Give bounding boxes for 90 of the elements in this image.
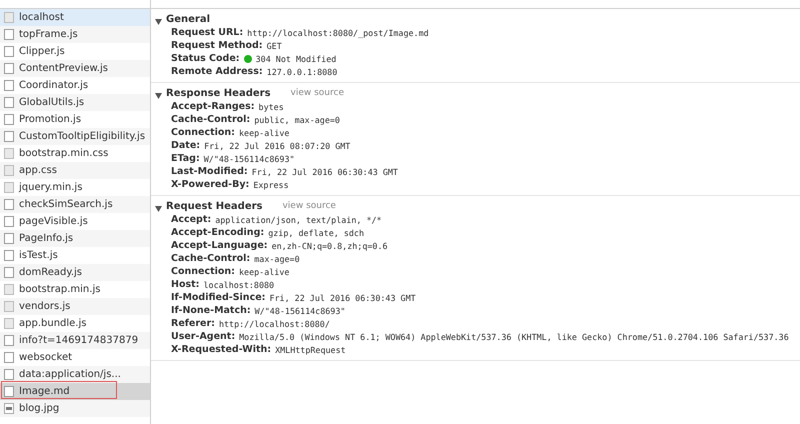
view-source-link[interactable]: view source — [290, 88, 344, 98]
header-name: ETag: — [171, 153, 200, 164]
file-icon — [4, 12, 14, 23]
header-name: Status Code: — [171, 53, 240, 64]
file-icon — [4, 318, 14, 329]
header-name: Connection: — [171, 127, 235, 138]
header-value: gzip, deflate, sdch — [268, 228, 364, 238]
header-name: If-Modified-Since: — [171, 292, 266, 303]
header-value: W/"48-156114c8693" — [254, 306, 346, 316]
request-row[interactable]: app.css — [0, 162, 150, 179]
header-value: Mozilla/5.0 (Windows NT 6.1; WOW64) AppleWebKit/537.36 (KHTML, like Gecko) Chrome/51.0.2704.106 Safari/537.36 — [239, 332, 789, 342]
file-icon — [4, 284, 14, 295]
file-icon — [4, 182, 14, 193]
header-value: http://localhost:8080/ — [218, 318, 330, 328]
header-name: Connection: — [171, 266, 235, 277]
section-title[interactable]: Response Headers — [166, 88, 271, 98]
header-value: Fri, 22 Jul 2016 06:30:43 GMT — [269, 292, 416, 302]
request-row[interactable]: PageInfo.js — [0, 230, 150, 247]
file-icon — [4, 199, 14, 210]
header-name: X-Powered-By: — [171, 179, 250, 190]
header-value: keep-alive — [239, 128, 290, 138]
file-icon — [4, 301, 14, 312]
header-value: Fri, 22 Jul 2016 06:30:43 GMT — [252, 166, 398, 176]
header-value: Fri, 22 Jul 2016 08:07:20 GMT — [204, 140, 350, 150]
header-name: X-Requested-With: — [171, 344, 272, 355]
file-icon — [4, 352, 14, 363]
file-icon — [4, 97, 14, 108]
header-value: keep-alive — [239, 266, 290, 276]
file-icon — [4, 114, 14, 125]
header-value: http://localhost:8080/_post/Image.md — [247, 28, 429, 38]
image-file-icon — [4, 403, 14, 414]
header-value: XMLHttpRequest — [275, 344, 346, 354]
header-value: Express — [253, 180, 289, 190]
header-value: 304 Not Modified — [256, 54, 336, 64]
request-row[interactable]: info?t=1469174837879 — [0, 332, 150, 349]
file-icon — [4, 131, 14, 142]
file-icon — [4, 80, 14, 91]
collapse-triangle-icon[interactable] — [155, 206, 162, 212]
section-title[interactable]: General — [166, 14, 210, 24]
file-icon — [4, 165, 14, 176]
header-name: Last-Modified: — [171, 166, 248, 177]
file-icon — [4, 386, 14, 397]
header-name: Request URL: — [171, 27, 244, 38]
view-source-link[interactable]: view source — [282, 201, 336, 211]
header-name: Host: — [171, 279, 200, 290]
collapse-triangle-icon[interactable] — [155, 92, 162, 98]
file-icon — [4, 369, 14, 380]
header-value: localhost:8080 — [203, 280, 274, 290]
file-icon — [4, 250, 14, 261]
file-icon — [4, 216, 14, 227]
header-name: Remote Address: — [171, 66, 263, 77]
header-value: application/json, text/plain, */* — [215, 214, 382, 224]
request-row[interactable]: domReady.js — [0, 264, 150, 281]
section-title[interactable]: Request Headers — [166, 200, 262, 212]
file-icon — [4, 335, 14, 346]
file-icon — [4, 148, 14, 159]
header-value: 127.0.0.1:8080 — [266, 66, 338, 76]
request-row[interactable]: Image.md — [0, 383, 150, 400]
header-value: en,zh-CN;q=0.8,zh;q=0.6 — [272, 240, 388, 250]
header-value: GET — [266, 40, 282, 50]
request-row[interactable]: CustomTooltipEligibility.js — [0, 128, 150, 145]
request-row[interactable]: blog.jpg — [0, 400, 150, 417]
request-row[interactable]: data:application/js... — [0, 366, 150, 383]
request-row[interactable]: checkSimSearch.js — [0, 196, 150, 213]
file-icon — [4, 267, 14, 278]
collapse-triangle-icon[interactable] — [155, 18, 162, 24]
file-icon — [4, 29, 14, 40]
header-name: Accept-Language: — [171, 240, 268, 251]
header-name: Referer: — [171, 318, 215, 329]
header-name: If-None-Match: — [171, 305, 251, 316]
header-value: max-age=0 — [254, 254, 300, 264]
header-name: Accept-Ranges: — [171, 101, 255, 112]
header-name: Date: — [171, 140, 200, 151]
file-icon — [4, 233, 14, 244]
header-value: public, max-age=0 — [254, 114, 340, 124]
request-row[interactable]: vendors.js — [0, 298, 150, 315]
header-value: W/"48-156114c8693" — [204, 154, 295, 164]
header-name: Cache-Control: — [171, 114, 250, 125]
request-row[interactable]: localhost — [0, 9, 150, 26]
header-name: User-Agent: — [171, 331, 236, 342]
header-name: Accept: — [171, 214, 212, 225]
header-name: Accept-Encoding: — [171, 227, 264, 238]
header-value: bytes — [258, 102, 284, 112]
request-row[interactable]: topFrame.js — [0, 26, 150, 43]
request-row[interactable]: GlobalUtils.js — [0, 94, 150, 111]
file-icon — [4, 46, 14, 57]
file-icon — [4, 63, 14, 74]
header-name: Cache-Control: — [171, 253, 250, 264]
header-name: Request Method: — [171, 40, 263, 51]
request-row[interactable]: ContentPreview.js — [0, 60, 150, 77]
